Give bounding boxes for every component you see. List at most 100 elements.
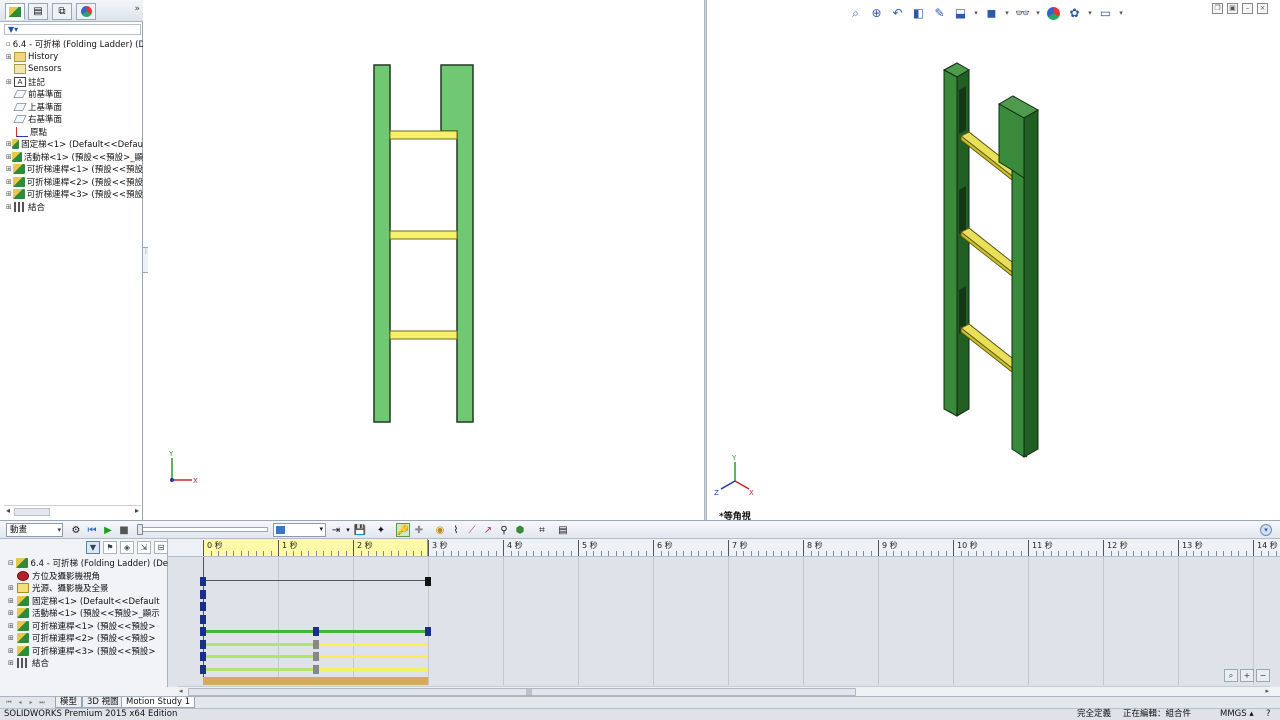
keyframe-icon[interactable] — [200, 664, 206, 674]
timeline-scroll-thumb[interactable]: ||| — [188, 688, 856, 696]
tree-item[interactable]: ⊞ History — [6, 51, 143, 63]
keyframe-icon[interactable] — [200, 639, 206, 649]
expand-toggle-icon[interactable]: ⊟ — [8, 559, 16, 567]
tree-item[interactable]: 上基準面 — [6, 101, 143, 113]
expand-toggle-icon[interactable]: ⊞ — [6, 178, 13, 186]
motion-tree-item[interactable]: ⊟ 6.4 - 可折梯 (Folding Ladder) (De — [8, 557, 168, 569]
change-bar-tail[interactable] — [315, 642, 428, 646]
expand-toggle-icon[interactable]: ⊞ — [6, 53, 14, 61]
tree-item[interactable]: ⊞ 結合 — [6, 201, 143, 213]
play-from-start-icon[interactable]: ⏮ — [85, 523, 99, 537]
keyframe-icon[interactable] — [312, 627, 319, 636]
tab-model[interactable]: 模型 — [55, 697, 83, 708]
filter-results-icon[interactable]: ⇲ — [137, 541, 151, 554]
configuration-manager-tab[interactable]: ⧉ — [52, 3, 72, 20]
keyframe-icon[interactable] — [425, 627, 431, 636]
motion-tree-item[interactable]: 方位及攝影機視角 — [8, 570, 168, 582]
gravity-icon[interactable]: ⬢ — [513, 523, 527, 537]
keyframe-icon[interactable] — [312, 639, 319, 649]
tree-item[interactable]: Sensors — [6, 63, 143, 75]
tree-horizontal-scrollbar[interactable]: ◂ ▸ — [4, 505, 141, 517]
motion-tree-item[interactable]: ⊞ 結合 — [8, 657, 168, 669]
study-type-select[interactable]: 動畫 ▾ — [6, 523, 63, 537]
motion-tree-item[interactable]: ⊞ 固定梯<1> (Default<<Default — [8, 595, 168, 607]
keyframe-icon[interactable] — [200, 589, 206, 599]
expand-toggle-icon[interactable]: ⊞ — [8, 584, 17, 592]
expand-toggle-icon[interactable]: ⊞ — [6, 140, 12, 148]
tree-item[interactable]: ⊞ 固定梯<1> (Default<<Defau — [6, 138, 143, 150]
change-bar[interactable] — [203, 642, 316, 646]
change-bar[interactable] — [203, 667, 316, 671]
filter-selected-icon[interactable]: ◈ — [120, 541, 134, 554]
time-ruler[interactable]: 0 秒 1 秒 2 秒 3 秒 4 秒 5 秒 6 秒 7 秒 8 秒 9 秒 10 秒 11 秒 12… — [168, 539, 1280, 557]
expand-panel-icon[interactable]: » — [134, 4, 140, 14]
keyframe-icon[interactable] — [200, 614, 206, 624]
expand-toggle-icon[interactable]: ⊞ — [6, 165, 13, 173]
motion-tree-item[interactable]: ⊞ 可折梯連桿<3> (預設<<預設> — [8, 645, 168, 657]
motion-tree-item[interactable]: ⊞ 活動梯<1> (預設<<預設>_顯示 — [8, 607, 168, 619]
property-manager-tab[interactable]: ▤ — [28, 3, 48, 20]
zoom-out-icon[interactable]: − — [1256, 669, 1270, 682]
expand-toggle-icon[interactable]: ⊞ — [8, 634, 17, 642]
expand-toggle-icon[interactable]: ⊞ — [6, 78, 14, 86]
collapse-motion-manager-icon[interactable]: ▾ — [1260, 524, 1272, 536]
keyframe-icon[interactable] — [200, 652, 206, 661]
expand-toggle-icon[interactable]: ▫ — [6, 40, 11, 48]
tree-filter-field[interactable]: ▼▾ — [4, 24, 141, 35]
expand-toggle-icon[interactable]: ⊞ — [8, 622, 17, 630]
motion-tree-item[interactable]: ⊞ 光源、攝影機及全景 — [8, 582, 168, 594]
motor-icon[interactable]: ◉ — [433, 523, 447, 537]
tree-item[interactable]: ⊞ 可折梯連桿<2> (預設<<預設 — [6, 176, 143, 188]
play-icon[interactable]: ▶ — [101, 523, 115, 537]
calculate-icon[interactable]: ⚙ — [69, 523, 83, 537]
tree-item[interactable]: 右基準面 — [6, 113, 143, 125]
next-tab-icon[interactable]: ▸ — [26, 698, 36, 707]
scroll-left-icon[interactable]: ◂ — [6, 506, 10, 515]
keyframe-icon[interactable] — [200, 627, 206, 636]
motion-tree-item[interactable]: ⊞ 可折梯連桿<1> (預設<<預設> — [8, 620, 168, 632]
first-tab-icon[interactable]: ⏮ — [4, 698, 14, 707]
keyframe-icon[interactable] — [425, 577, 431, 586]
change-bar-tail[interactable] — [315, 667, 428, 671]
help-icon[interactable]: ? — [1266, 709, 1271, 720]
scroll-thumb[interactable] — [14, 508, 50, 516]
keyframe-icon[interactable] — [312, 664, 319, 674]
zoom-in-icon[interactable]: + — [1240, 669, 1254, 682]
last-tab-icon[interactable]: ⏭ — [37, 698, 47, 707]
playback-speed-select[interactable]: ▾ — [273, 523, 326, 537]
tree-item[interactable]: ⊞ A 註記 — [6, 76, 143, 88]
study-properties-icon[interactable]: ▤ — [556, 523, 570, 537]
force-icon[interactable]: ↗ — [481, 523, 495, 537]
tree-item[interactable]: ⊞ 活動梯<1> (預設<<預設>_顯 — [6, 151, 143, 163]
mates-timeline-bar[interactable] — [203, 677, 428, 685]
timeline-scrollbar[interactable]: ◂ ||| ▸ — [178, 686, 1270, 696]
filter-collapse-icon[interactable]: ⊟ — [154, 541, 168, 554]
spring-icon[interactable]: ⌇ — [449, 523, 463, 537]
change-bar[interactable] — [203, 655, 316, 658]
change-bar[interactable] — [203, 580, 428, 581]
filter-animated-icon[interactable]: ▼ — [86, 541, 100, 554]
zoom-to-fit-icon[interactable]: ⌕ — [1224, 669, 1238, 682]
filter-driving-icon[interactable]: ⚑ — [103, 541, 117, 554]
display-manager-tab[interactable] — [76, 3, 96, 20]
graphics-viewport-right[interactable]: ⌕ ⊕ ↶ ◧ ✎ ⬓ ▾ ◼ ▾ 👓 ▾ ✿ ▾ ▭ ▾ ❐ ▣ – × Y … — [707, 0, 1280, 522]
tree-item[interactable]: ⊞ 可折梯連桿<1> (預設<<預設 — [6, 163, 143, 175]
damper-icon[interactable]: ⟋ — [465, 523, 479, 537]
save-animation-icon[interactable]: 💾 — [353, 523, 367, 537]
animation-wizard-icon[interactable]: ✦ — [374, 523, 388, 537]
autokey-icon[interactable]: 🔑 — [396, 523, 410, 537]
tree-item[interactable]: ⊞ 可折梯連桿<3> (預設<<預設 — [6, 188, 143, 200]
playback-slider[interactable] — [137, 524, 268, 535]
units-status[interactable]: MMGS ▴ — [1220, 709, 1254, 720]
tab-3d-views[interactable]: 3D 視圖 — [82, 697, 124, 708]
expand-toggle-icon[interactable]: ⊞ — [8, 597, 17, 605]
stop-icon[interactable]: ■ — [117, 523, 131, 537]
results-icon[interactable]: ⌗ — [535, 523, 549, 537]
prev-tab-icon[interactable]: ◂ — [15, 698, 25, 707]
feature-manager-tab[interactable] — [5, 3, 25, 20]
keyframe-icon[interactable] — [200, 577, 206, 586]
scroll-right-icon[interactable]: ▸ — [135, 506, 139, 515]
expand-toggle-icon[interactable]: ⊞ — [8, 609, 17, 617]
tree-item[interactable]: 前基準面 — [6, 88, 143, 100]
expand-toggle-icon[interactable]: ⊞ — [8, 659, 17, 667]
